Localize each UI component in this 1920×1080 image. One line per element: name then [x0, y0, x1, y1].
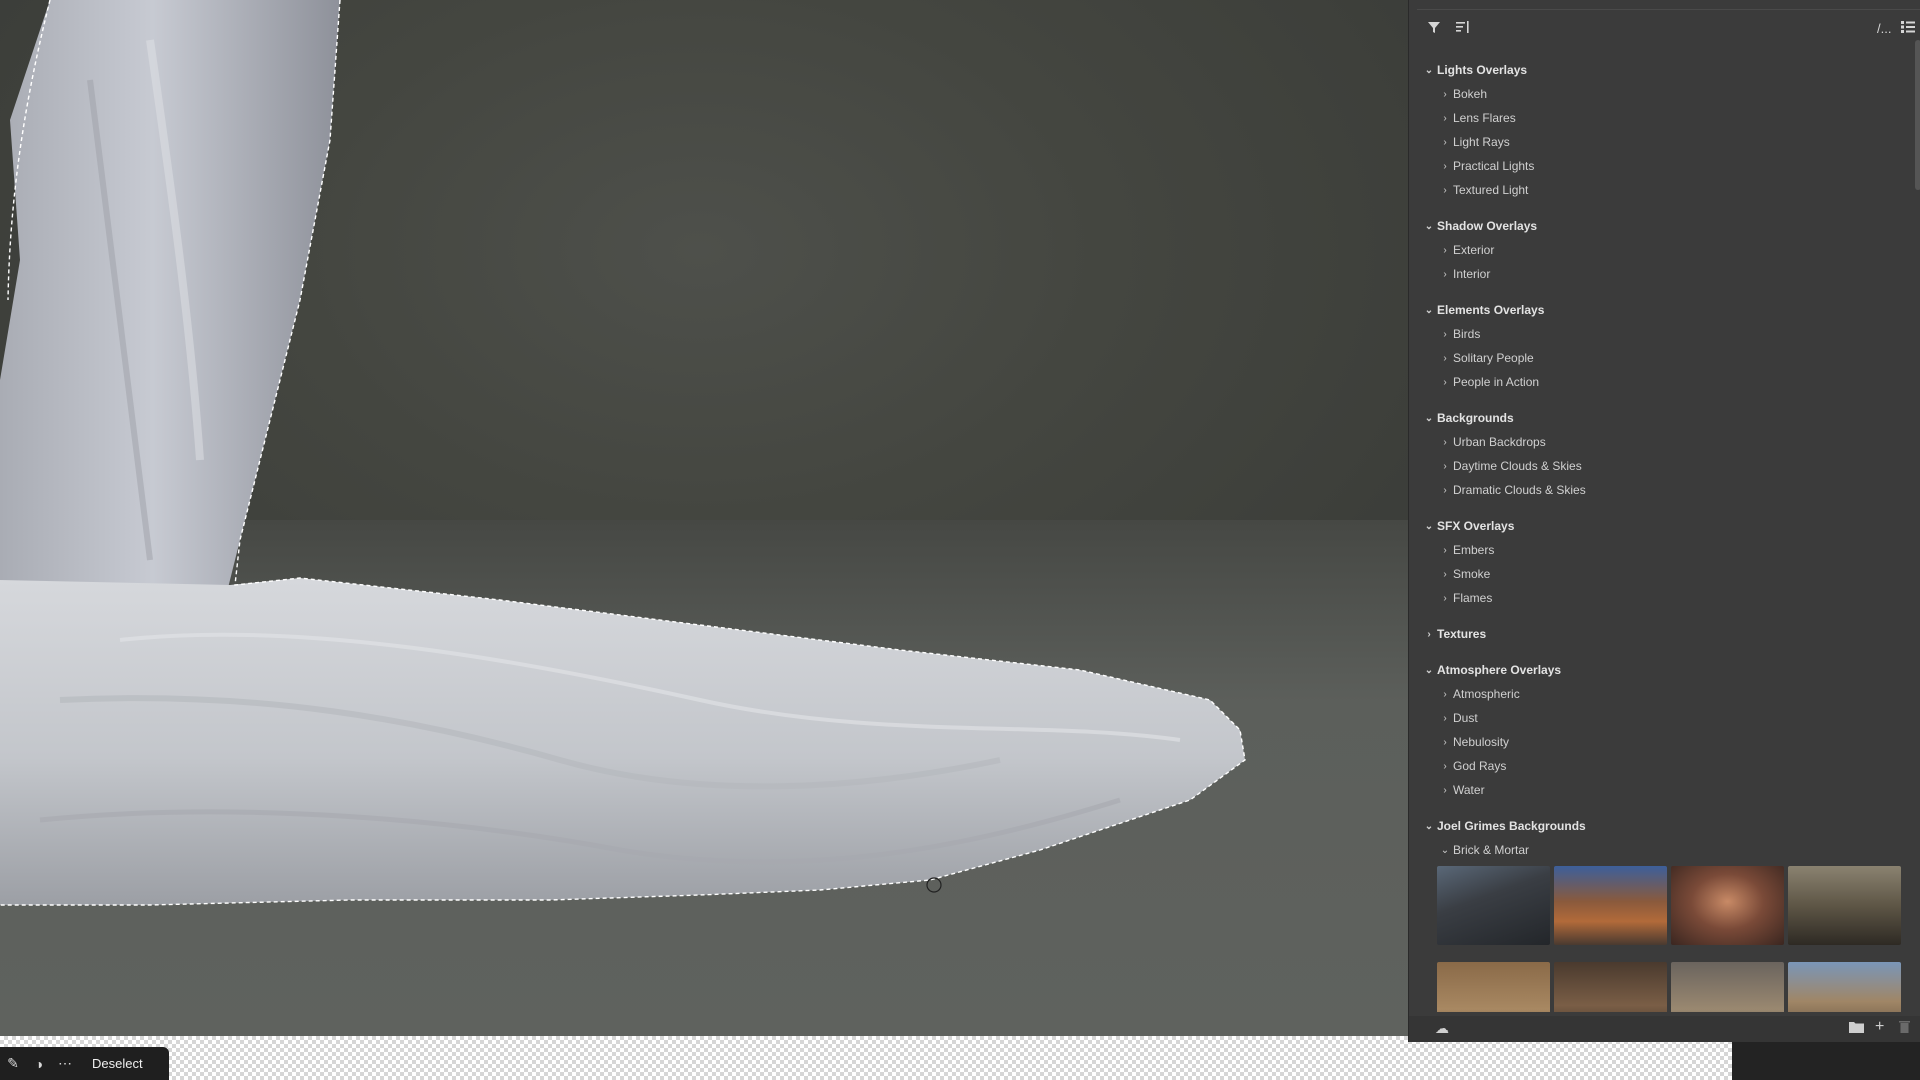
library-tree: ⌄ Lights Overlays › Bokeh › Lens Flares › Li… — [1409, 58, 1909, 862]
chevron-down-icon: ⌄ — [1440, 844, 1450, 856]
tree-item[interactable]: › Light Rays — [1409, 130, 1909, 154]
panel-scrollbar[interactable] — [1915, 40, 1920, 190]
chevron-right-icon: › — [1443, 328, 1447, 340]
chevron-right-icon: › — [1443, 376, 1447, 388]
chevron-right-icon: › — [1443, 760, 1447, 772]
chevron-right-icon: › — [1443, 136, 1447, 148]
cloud-icon[interactable]: ☁ — [1435, 1020, 1449, 1037]
chevron-right-icon: › — [1443, 88, 1447, 100]
tree-item[interactable]: › Dust — [1409, 706, 1909, 730]
status-area — [1732, 1036, 1920, 1080]
chevron-right-icon: › — [1443, 592, 1447, 604]
thumbnail[interactable] — [1554, 866, 1667, 945]
thumbnail[interactable] — [1788, 866, 1901, 945]
chevron-right-icon: › — [1443, 436, 1447, 448]
tree-item[interactable]: › Urban Backdrops — [1409, 430, 1909, 454]
chevron-right-icon: › — [1427, 628, 1431, 640]
tree-item[interactable]: › Water — [1409, 778, 1909, 802]
tree-item[interactable]: › Embers — [1409, 538, 1909, 562]
thumbnail[interactable] — [1788, 962, 1901, 1012]
brush-icon[interactable]: ✎ — [0, 1047, 26, 1080]
trash-icon — [1899, 1020, 1910, 1036]
tree-item[interactable]: › People in Action — [1409, 370, 1909, 394]
chevron-down-icon: ⌄ — [1424, 64, 1434, 76]
tree-item[interactable]: › Interior — [1409, 262, 1909, 286]
thumbnail[interactable] — [1671, 962, 1784, 1012]
tree-item[interactable]: › Atmospheric — [1409, 682, 1909, 706]
transparency-checkerboard — [0, 1036, 1732, 1080]
thumbnail[interactable] — [1671, 866, 1784, 945]
tree-item[interactable]: ⌄ Brick & Mortar — [1409, 838, 1909, 862]
chevron-down-icon: ⌄ — [1424, 304, 1434, 316]
tree-item[interactable]: › Practical Lights — [1409, 154, 1909, 178]
thumbnail[interactable] — [1437, 866, 1550, 945]
chevron-right-icon: › — [1443, 568, 1447, 580]
tree-item[interactable]: › Lens Flares — [1409, 106, 1909, 130]
tree-item[interactable]: › Flames — [1409, 586, 1909, 610]
sort-icon[interactable] — [1455, 20, 1471, 39]
group-atmosphere-overlays[interactable]: ⌄ Atmosphere Overlays — [1409, 658, 1909, 682]
thumbnail[interactable] — [1554, 962, 1667, 1012]
fabric-image — [0, 0, 1246, 906]
panel-footer: ☁ + — [1409, 1016, 1920, 1042]
list-view-icon[interactable] — [1901, 20, 1915, 39]
chevron-right-icon: › — [1443, 112, 1447, 124]
group-shadow-overlays[interactable]: ⌄ Shadow Overlays — [1409, 214, 1909, 238]
tree-item[interactable]: › Birds — [1409, 322, 1909, 346]
group-elements-overlays[interactable]: ⌄ Elements Overlays — [1409, 298, 1909, 322]
tree-item[interactable]: › Exterior — [1409, 238, 1909, 262]
group-joel-grimes-backgrounds[interactable]: ⌄ Joel Grimes Backgrounds — [1409, 814, 1909, 838]
panel-toolbar: /... — [1409, 14, 1920, 46]
thumbnail[interactable] — [1437, 962, 1550, 1012]
chevron-right-icon: › — [1443, 160, 1447, 172]
group-textures[interactable]: › Textures — [1409, 622, 1909, 646]
chevron-down-icon: ⌄ — [1424, 820, 1434, 832]
chevron-right-icon: › — [1443, 244, 1447, 256]
filter-icon[interactable] — [1427, 20, 1441, 39]
chevron-right-icon: › — [1443, 544, 1447, 556]
panel-divider — [1417, 9, 1920, 10]
group-lights-overlays[interactable]: ⌄ Lights Overlays — [1409, 58, 1909, 82]
chevron-right-icon: › — [1443, 268, 1447, 280]
tree-item[interactable]: › Smoke — [1409, 562, 1909, 586]
chevron-right-icon: › — [1443, 184, 1447, 196]
thumbnail-grid — [1437, 866, 1913, 1012]
chevron-down-icon: ⌄ — [1424, 412, 1434, 424]
chevron-right-icon: › — [1443, 484, 1447, 496]
chevron-down-icon: ⌄ — [1424, 520, 1434, 532]
more-icon[interactable]: ⋯ — [52, 1047, 78, 1080]
chevron-right-icon: › — [1443, 460, 1447, 472]
group-backgrounds[interactable]: ⌄ Backgrounds — [1409, 406, 1909, 430]
tree-item[interactable]: › God Rays — [1409, 754, 1909, 778]
chevron-down-icon: ⌄ — [1424, 220, 1434, 232]
chevron-right-icon: › — [1443, 784, 1447, 796]
group-sfx-overlays[interactable]: ⌄ SFX Overlays — [1409, 514, 1909, 538]
tree-item[interactable]: › Bokeh — [1409, 82, 1909, 106]
tree-item[interactable]: › Dramatic Clouds & Skies — [1409, 478, 1909, 502]
chevron-right-icon: › — [1443, 688, 1447, 700]
path-icon[interactable]: /... — [1877, 20, 1891, 38]
add-icon[interactable]: + — [1875, 1018, 1884, 1036]
contextual-task-bar: ✎ ◑ ⋯ Deselect — [0, 1047, 169, 1080]
deselect-button[interactable]: Deselect — [84, 1050, 151, 1077]
tree-item[interactable]: › Daytime Clouds & Skies — [1409, 454, 1909, 478]
chevron-down-icon: ⌄ — [1424, 664, 1434, 676]
mask-icon[interactable]: ◑ — [26, 1047, 52, 1080]
chevron-right-icon: › — [1443, 712, 1447, 724]
tree-item[interactable]: › Textured Light — [1409, 178, 1909, 202]
folder-icon[interactable] — [1849, 1020, 1864, 1036]
tree-item[interactable]: › Solitary People — [1409, 346, 1909, 370]
chevron-right-icon: › — [1443, 352, 1447, 364]
chevron-right-icon: › — [1443, 736, 1447, 748]
library-panel: /... ⌄ Lights Overlays › Bokeh › Lens Flare… — [1408, 0, 1920, 1042]
tree-item[interactable]: › Nebulosity — [1409, 730, 1909, 754]
document-canvas[interactable] — [0, 0, 1408, 1036]
